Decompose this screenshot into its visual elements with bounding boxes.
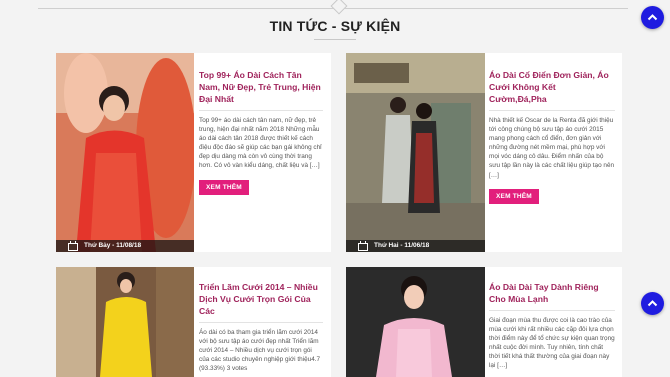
news-excerpt: Áo dài có ba tham gia triển lãm cưới 201…	[199, 329, 321, 373]
title-divider	[489, 310, 615, 311]
news-title[interactable]: Triển Lãm Cưới 2014 – Nhiều Dịch Vụ Cưới…	[199, 281, 323, 317]
post-date: Thứ Hai - 11/06/18	[374, 242, 430, 249]
news-thumbnail[interactable]	[346, 267, 485, 377]
calendar-icon	[358, 241, 368, 251]
news-title[interactable]: Áo Dài Cổ Điển Đơn Giản, Áo Cưới Không K…	[489, 69, 615, 105]
divider-ornament	[330, 0, 348, 15]
chevron-up-icon	[647, 14, 658, 21]
news-excerpt: Top 99+ áo dài cách tân nam, nữ đẹp, trẻ…	[199, 117, 322, 170]
read-more-button[interactable]: XEM THÊM	[199, 179, 249, 195]
date-bar: Thứ Hai - 11/06/18	[346, 240, 485, 252]
title-underline	[314, 39, 356, 40]
news-title[interactable]: Top 99+ Áo Dài Cách Tân Nam, Nữ Đẹp, Trẻ…	[199, 69, 323, 105]
news-thumbnail[interactable]	[56, 267, 194, 377]
post-date: Thứ Bảy - 11/08/18	[84, 242, 142, 249]
title-divider	[489, 110, 615, 111]
chevron-up-icon	[647, 300, 658, 307]
news-excerpt: Nhà thiết kế Oscar de la Renta đã giới t…	[489, 117, 615, 179]
news-thumbnail[interactable]: Thứ Bảy - 11/08/18	[56, 53, 194, 252]
section-title: TIN TỨC - SỰ KIỆN	[269, 18, 401, 34]
scroll-top-button[interactable]	[641, 292, 664, 315]
calendar-icon	[68, 241, 78, 251]
news-thumbnail[interactable]: Thứ Hai - 11/06/18	[346, 53, 485, 252]
news-excerpt: Giai đoạn mùa thu được coi là cao trào c…	[489, 317, 615, 370]
news-title[interactable]: Áo Dài Dài Tay Dành Riêng Cho Mùa Lạnh	[489, 281, 615, 305]
date-bar: Thứ Bảy - 11/08/18	[56, 240, 194, 252]
read-more-button[interactable]: XEM THÊM	[489, 188, 539, 204]
news-card: Áo Dài Dài Tay Dành Riêng Cho Mùa Lạnh G…	[346, 267, 622, 377]
title-divider	[199, 322, 323, 323]
news-card: Triển Lãm Cưới 2014 – Nhiều Dịch Vụ Cưới…	[56, 267, 331, 377]
news-card: Thứ Hai - 11/06/18 Áo Dài Cổ Điển Đơn Gi…	[346, 53, 622, 252]
news-card: Thứ Bảy - 11/08/18 Top 99+ Áo Dài Cách T…	[56, 53, 331, 252]
scroll-top-button[interactable]	[641, 6, 664, 29]
title-divider	[199, 110, 323, 111]
